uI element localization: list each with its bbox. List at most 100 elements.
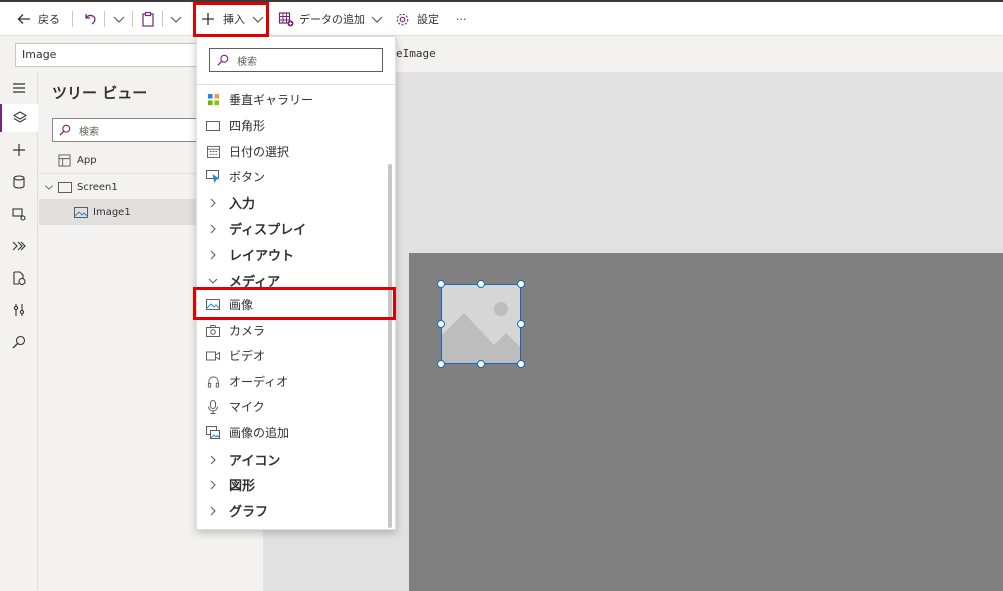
menu-button[interactable]: [0, 74, 38, 102]
tree-item-app-label: App: [77, 154, 97, 166]
add-data-label: データの追加: [299, 13, 365, 26]
resize-handle[interactable]: [517, 280, 525, 288]
chevron-down-icon: [208, 278, 218, 284]
menu-item-label: ボタン: [229, 170, 266, 184]
add-picture-icon: [206, 426, 220, 439]
chevron-right-icon: [210, 198, 216, 207]
menu-category-shapes[interactable]: 図形: [197, 472, 387, 497]
menu-item-camera[interactable]: カメラ: [197, 318, 387, 343]
tree-view-button[interactable]: [0, 104, 38, 132]
command-bar: 戻る 挿入 データの追加 設定 ···: [0, 2, 1003, 36]
back-button[interactable]: 戻る: [16, 2, 60, 36]
search-icon: [217, 54, 229, 66]
toolbar-divider: [162, 11, 163, 27]
menu-item-button[interactable]: ボタン: [197, 164, 387, 189]
chevron-down-icon: [170, 16, 182, 23]
menu-category-display[interactable]: ディスプレイ: [197, 216, 387, 241]
undo-icon: [85, 14, 96, 25]
media-icon: [12, 208, 26, 221]
image-placeholder-icon: [442, 285, 520, 363]
menu-divider: [197, 84, 395, 85]
resize-handle[interactable]: [437, 360, 445, 368]
microphone-icon: [208, 399, 218, 414]
settings-button[interactable]: 設定: [395, 2, 439, 36]
menu-category-label: ディスプレイ: [229, 223, 307, 238]
advanced-tools-rail-button[interactable]: [0, 296, 38, 324]
menu-item-date-picker[interactable]: 日付の選択: [197, 139, 387, 164]
menu-scrollbar[interactable]: [388, 164, 392, 528]
app-icon: [58, 153, 71, 167]
formula-input[interactable]: eImage: [396, 47, 436, 60]
menu-item-vertical-gallery[interactable]: 垂直ギャラリー: [197, 87, 387, 112]
image-icon: [74, 206, 88, 218]
arrow-left-icon: [17, 14, 30, 24]
resize-handle[interactable]: [517, 360, 525, 368]
menu-item-rectangle[interactable]: 四角形: [197, 113, 387, 138]
flow-icon: [12, 241, 26, 251]
insert-search-input[interactable]: 検索: [209, 48, 383, 72]
rectangle-icon: [206, 120, 220, 131]
menu-item-add-picture[interactable]: 画像の追加: [197, 420, 387, 445]
menu-item-label: 日付の選択: [229, 145, 290, 159]
chevron-right-icon: [210, 224, 216, 233]
resize-handle[interactable]: [477, 280, 485, 288]
chevron-right-icon: [210, 480, 216, 489]
tree-search-placeholder: 検索: [79, 126, 99, 138]
menu-item-label: ビデオ: [229, 349, 266, 363]
button-icon: [206, 170, 220, 183]
more-icon: ···: [456, 12, 467, 26]
toolbar-divider: [104, 11, 105, 27]
resize-handle[interactable]: [477, 360, 485, 368]
menu-category-icons[interactable]: アイコン: [197, 447, 387, 472]
back-label: 戻る: [38, 13, 60, 26]
menu-item-label: 画像の追加: [229, 426, 290, 440]
menu-item-label: カメラ: [229, 324, 266, 338]
resize-handle[interactable]: [517, 320, 525, 328]
menu-category-label: アイコン: [229, 454, 281, 469]
clipboard-icon: [142, 11, 154, 27]
image-control[interactable]: [441, 284, 521, 364]
resize-handle[interactable]: [437, 280, 445, 288]
insert-highlight-box: [193, 2, 269, 37]
database-icon: [13, 175, 25, 189]
globe-page-icon: [13, 271, 26, 285]
tree-view-title: ツリー ビュー: [52, 84, 148, 102]
menu-item-microphone[interactable]: マイク: [197, 394, 387, 419]
menu-item-label: 垂直ギャラリー: [229, 93, 314, 107]
layers-icon: [13, 111, 27, 123]
connections-rail-button[interactable]: [0, 264, 38, 292]
data-rail-button[interactable]: [0, 168, 38, 196]
property-dropdown[interactable]: Image: [15, 43, 205, 67]
menu-item-label: オーディオ: [229, 375, 289, 389]
resize-handle[interactable]: [437, 320, 445, 328]
toolbar-divider: [72, 11, 73, 27]
menu-category-layout[interactable]: レイアウト: [197, 242, 387, 267]
image-item-highlight-box: [193, 287, 396, 320]
menu-item-audio[interactable]: オーディオ: [197, 369, 387, 394]
power-automate-rail-button[interactable]: [0, 232, 38, 260]
left-rail: [0, 72, 38, 591]
insert-search-placeholder: 検索: [237, 56, 257, 68]
menu-category-label: 入力: [229, 197, 256, 212]
video-icon: [206, 351, 220, 360]
paste-dropdown-button[interactable]: [169, 2, 183, 36]
menu-category-charts[interactable]: グラフ: [197, 498, 387, 523]
add-data-button[interactable]: データの追加: [278, 2, 384, 36]
media-rail-button[interactable]: [0, 200, 38, 228]
search-rail-button[interactable]: [0, 328, 38, 356]
search-icon: [12, 335, 26, 349]
undo-button[interactable]: [82, 2, 98, 36]
calendar-icon: [206, 145, 220, 158]
insert-rail-button[interactable]: [0, 136, 38, 164]
menu-category-input[interactable]: 入力: [197, 190, 387, 215]
menu-item-label: 四角形: [229, 119, 266, 133]
tree-item-screen1-label: Screen1: [77, 181, 118, 193]
menu-item-video[interactable]: ビデオ: [197, 343, 387, 368]
menu-category-label: グラフ: [229, 505, 269, 520]
paste-button[interactable]: [140, 2, 156, 36]
undo-dropdown-button[interactable]: [112, 2, 126, 36]
screen-icon: [58, 181, 72, 193]
more-button[interactable]: ···: [456, 2, 467, 36]
search-icon: [59, 124, 71, 136]
gear-icon: [396, 13, 409, 25]
